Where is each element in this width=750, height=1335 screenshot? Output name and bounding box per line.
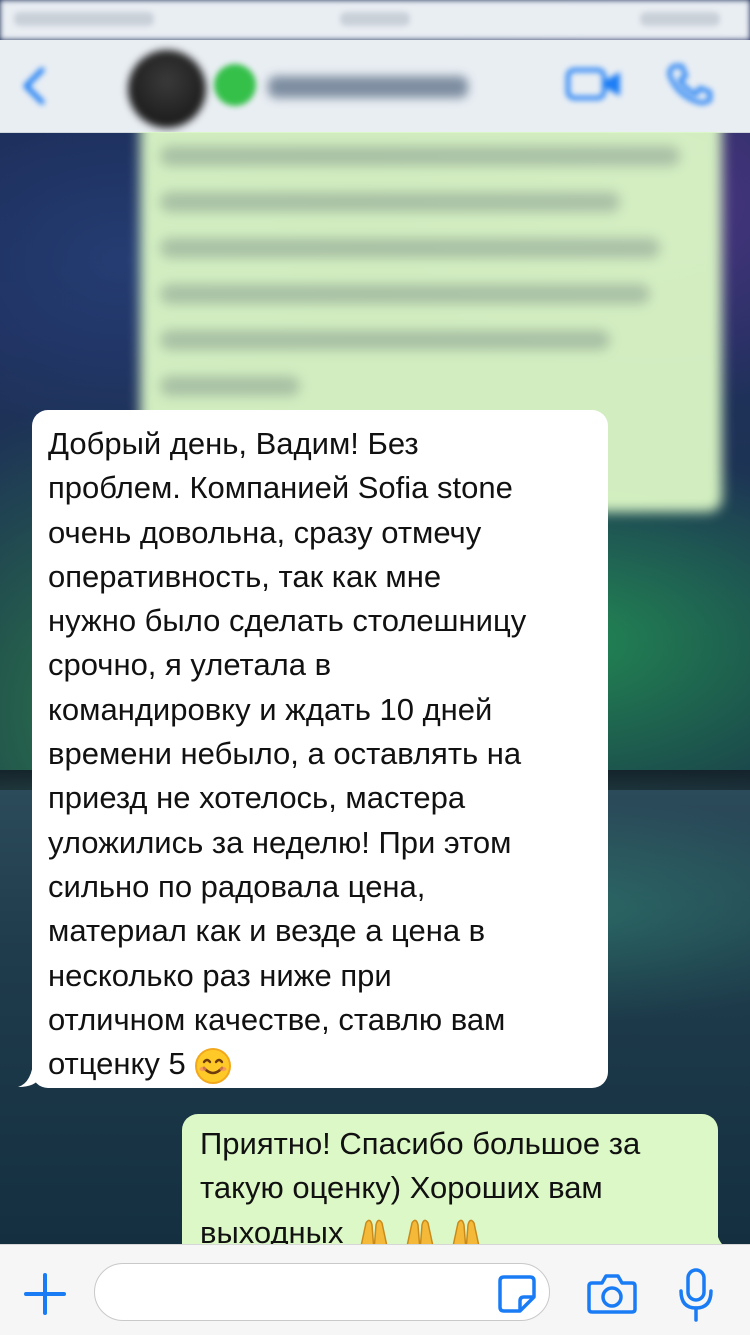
contact-avatar[interactable] <box>128 50 206 128</box>
back-chevron-icon[interactable] <box>20 66 48 106</box>
contact-status-icon <box>214 64 256 106</box>
outgoing-message-bubble[interactable]: Приятно! Спасибо большое за такую оценку… <box>182 1114 718 1244</box>
microphone-icon[interactable] <box>676 1267 716 1323</box>
plus-icon[interactable] <box>22 1271 68 1317</box>
camera-icon[interactable] <box>586 1271 638 1315</box>
contact-name[interactable] <box>268 76 468 98</box>
status-bar <box>0 0 750 40</box>
phone-icon[interactable] <box>664 62 714 106</box>
sticker-icon[interactable] <box>496 1273 538 1315</box>
folded-hands-emoji-icon <box>360 1220 480 1244</box>
composer-bar <box>0 1244 750 1335</box>
video-camera-icon[interactable] <box>566 66 622 102</box>
incoming-message-text: Добрый день, Вадим! Без проблем. Компани… <box>48 426 527 1082</box>
smiling-face-emoji-icon <box>195 1047 232 1084</box>
message-input[interactable] <box>94 1263 550 1321</box>
incoming-message-bubble[interactable]: Добрый день, Вадим! Без проблем. Компани… <box>32 410 608 1088</box>
message-list[interactable]: Добрый день, Вадим! Без проблем. Компани… <box>0 132 750 1244</box>
